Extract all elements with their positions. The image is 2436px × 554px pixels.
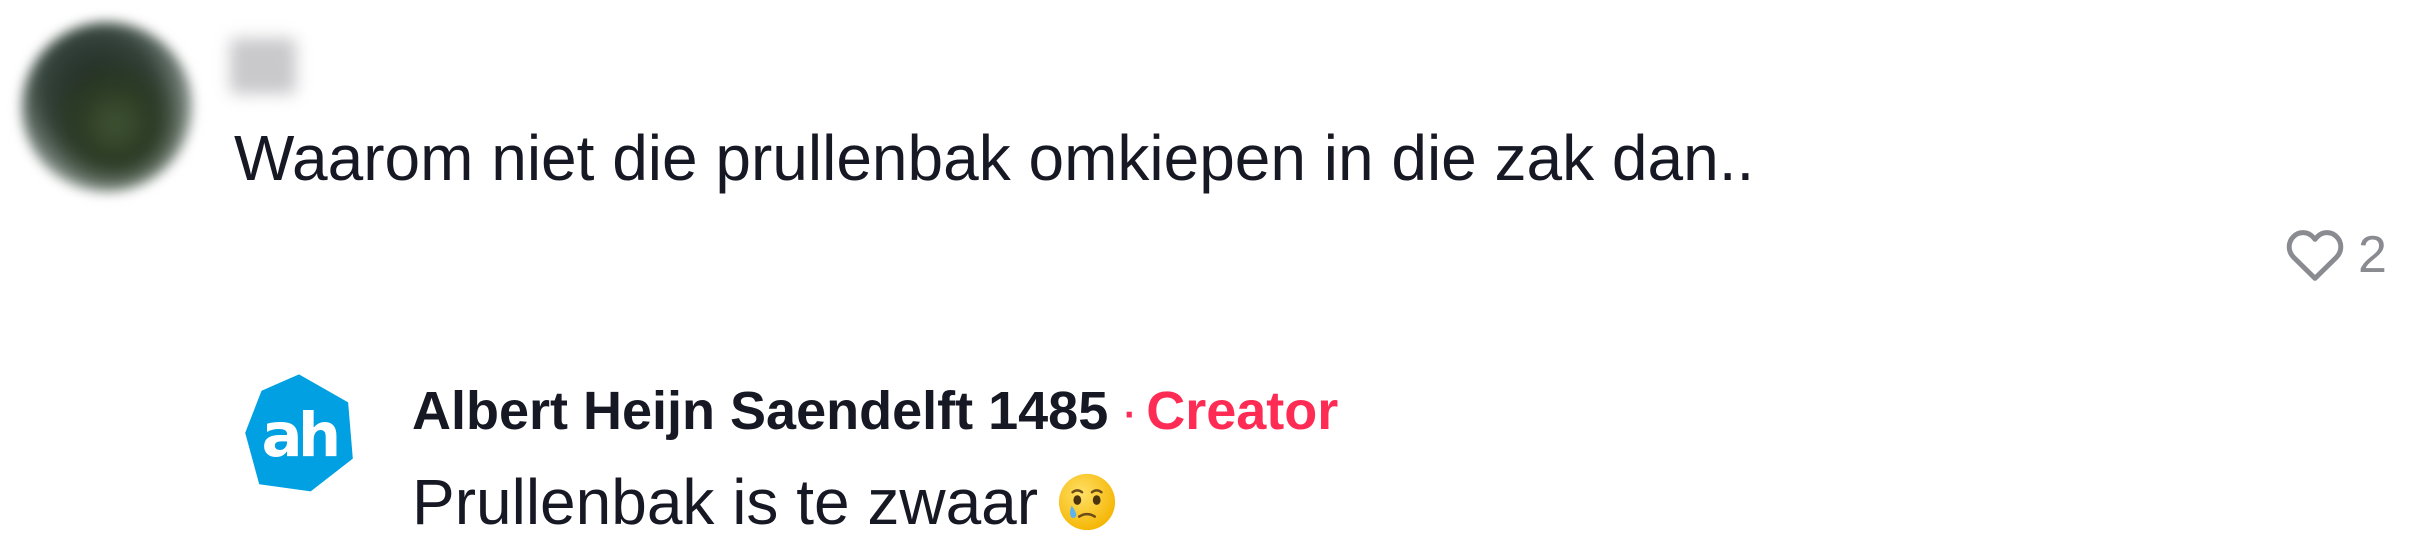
reply-text: Prullenbak is te zwaar <box>412 466 1039 538</box>
heart-icon[interactable] <box>2282 222 2348 288</box>
svg-text:ah: ah <box>262 401 337 471</box>
like-count: 2 <box>2358 226 2387 284</box>
creator-badge: Creator <box>1146 381 1339 441</box>
like-button[interactable]: 2 <box>2282 222 2387 288</box>
reply-text-row: Prullenbak is te zwaar <box>412 462 1118 542</box>
reply-header: Albert Heijn Saendelft 1485 · Creator <box>412 376 1338 446</box>
separator-dot: · <box>1120 381 1139 441</box>
face-holding-back-tears-icon <box>1058 473 1116 531</box>
username-redacted[interactable] <box>230 38 296 94</box>
avatar[interactable] <box>22 22 192 192</box>
ah-logo-icon[interactable]: ah <box>240 372 358 496</box>
comment-text: Waarom niet die prullenbak omkiepen in d… <box>234 122 1755 194</box>
reply-author[interactable]: Albert Heijn Saendelft 1485 <box>412 381 1108 441</box>
